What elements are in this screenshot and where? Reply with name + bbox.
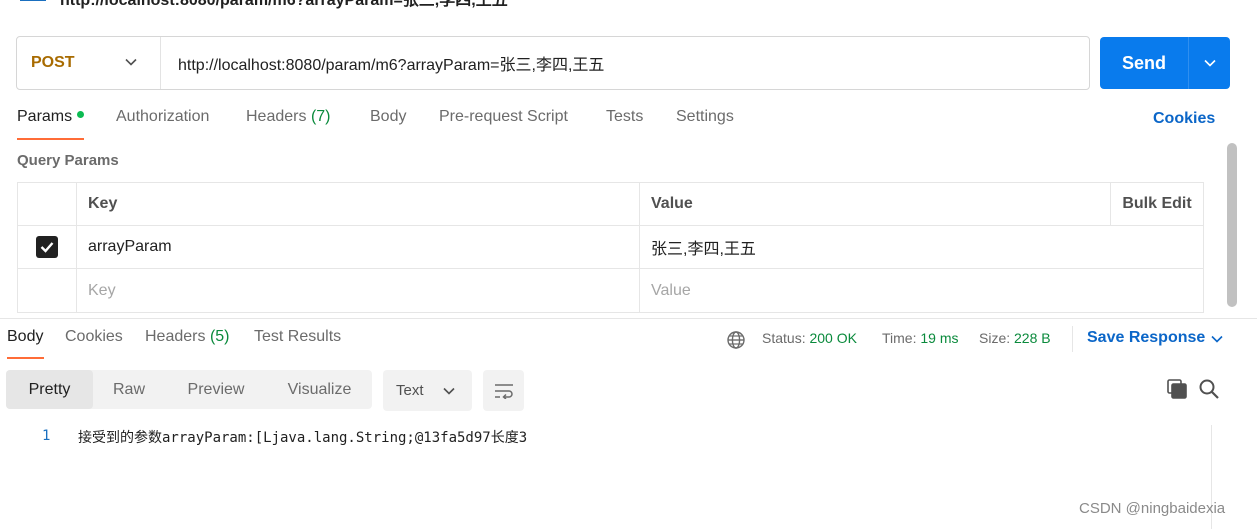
chevron-down-icon[interactable] <box>1211 335 1223 343</box>
query-params-table: Key Value Bulk Edit arrayParam 张三,李四,王五 … <box>17 182 1204 313</box>
size-indicator[interactable]: Size: 228 B <box>979 330 1051 346</box>
time-label: Time: <box>882 330 917 346</box>
table-row: Key Value <box>18 269 1203 312</box>
response-body-line: 1 接受到的参数arrayParam:[Ljava.lang.String;@1… <box>0 426 1210 448</box>
new-value-field[interactable]: Value <box>640 269 1203 312</box>
tab-body[interactable]: Body <box>370 108 406 142</box>
format-label: Text <box>396 382 424 399</box>
status-label: Status: <box>762 330 806 346</box>
time-indicator[interactable]: Time: 19 ms <box>882 330 959 346</box>
time-value: 19 ms <box>920 330 959 346</box>
chevron-down-icon <box>1203 59 1216 67</box>
table-row: arrayParam 张三,李四,王五 <box>18 226 1203 269</box>
send-button-group: Send <box>1100 37 1230 89</box>
view-mode-preview[interactable]: Preview <box>165 370 267 409</box>
param-enabled-checkbox[interactable] <box>36 236 58 258</box>
tab-test-results[interactable]: Test Results <box>254 328 341 362</box>
size-value: 228 B <box>1014 330 1051 346</box>
tab-label: Body <box>370 108 407 125</box>
chevron-down-icon <box>443 387 455 395</box>
check-icon <box>40 242 54 253</box>
tab-response-cookies[interactable]: Cookies <box>65 328 123 362</box>
search-icon[interactable] <box>1198 378 1220 400</box>
view-mode-raw[interactable]: Raw <box>93 370 165 409</box>
format-select[interactable]: Text <box>383 370 472 411</box>
line-number: 1 <box>42 428 51 444</box>
chevron-down-icon <box>125 58 137 66</box>
tab-label: Params <box>17 108 73 125</box>
param-value-field[interactable]: 张三,李四,王五 <box>640 226 1203 268</box>
status-indicator[interactable]: Status: 200 OK <box>762 330 857 346</box>
row-checkbox-cell <box>18 226 77 268</box>
back-arrow-icon[interactable] <box>18 0 48 2</box>
request-title: http://localhost:8080/param/m6?arrayPara… <box>60 0 508 9</box>
tab-authorization[interactable]: Authorization <box>116 108 209 142</box>
url-bar: POST <box>16 36 1090 90</box>
meta-divider <box>1072 326 1073 352</box>
copy-icon[interactable] <box>1166 378 1188 400</box>
tab-label: Tests <box>606 108 644 125</box>
url-input[interactable] <box>161 37 1089 89</box>
tab-response-body[interactable]: Body <box>7 328 44 362</box>
view-mode-visualize[interactable]: Visualize <box>267 370 372 409</box>
method-label: POST <box>31 54 75 71</box>
param-key-field[interactable]: arrayParam <box>77 226 640 268</box>
tab-tests[interactable]: Tests <box>606 108 643 142</box>
tab-label: Cookies <box>65 328 123 345</box>
wrap-lines-button[interactable] <box>483 370 524 411</box>
bulk-edit-button[interactable]: Bulk Edit <box>1111 183 1203 225</box>
globe-icon[interactable] <box>726 330 746 350</box>
tab-label: Body <box>7 328 44 345</box>
watermark: CSDN @ningbaidexia <box>1079 500 1226 517</box>
tab-headers[interactable]: Headers (7) <box>246 108 331 142</box>
tab-params[interactable]: Params <box>17 108 85 142</box>
cookies-link[interactable]: Cookies <box>1153 110 1215 128</box>
tab-label: Headers <box>145 328 206 345</box>
response-headers-count: (5) <box>209 328 230 345</box>
view-mode-switcher: Pretty Raw Preview Visualize <box>6 370 372 409</box>
tab-response-headers[interactable]: Headers (5) <box>145 328 230 362</box>
method-select[interactable]: POST <box>17 37 161 89</box>
send-button[interactable]: Send <box>1100 37 1188 89</box>
save-response-button[interactable]: Save Response <box>1087 329 1205 347</box>
vertical-scrollbar[interactable] <box>1227 143 1237 307</box>
empty-checkbox-cell <box>18 269 77 312</box>
size-label: Size: <box>979 330 1011 346</box>
view-mode-pretty[interactable]: Pretty <box>6 370 93 409</box>
checkbox-column-header <box>18 183 77 225</box>
active-tab-underline <box>17 138 84 140</box>
status-value: 200 OK <box>809 330 857 346</box>
table-header-row: Key Value Bulk Edit <box>18 183 1203 226</box>
query-params-title: Query Params <box>17 152 119 169</box>
key-column-header: Key <box>77 183 640 225</box>
tab-label: Pre-request Script <box>439 108 568 125</box>
wrap-lines-icon <box>494 383 513 399</box>
new-key-field[interactable]: Key <box>77 269 640 312</box>
active-tab-underline <box>7 357 44 359</box>
tab-label: Test Results <box>254 328 342 345</box>
tab-label: Headers <box>246 108 307 125</box>
value-column-header: Value <box>640 183 1111 225</box>
tab-settings[interactable]: Settings <box>676 108 734 142</box>
tab-pre-request-script[interactable]: Pre-request Script <box>439 108 568 142</box>
headers-count: (7) <box>310 108 331 125</box>
response-body-text[interactable]: 接受到的参数arrayParam:[Ljava.lang.String;@13f… <box>78 427 527 447</box>
request-title-bar: http://localhost:8080/param/m6?arrayPara… <box>0 0 1257 9</box>
tab-label: Settings <box>676 108 734 125</box>
send-options-button[interactable] <box>1189 37 1230 89</box>
pane-divider[interactable] <box>0 318 1257 319</box>
tab-label: Authorization <box>116 108 210 125</box>
params-active-dot <box>77 111 85 119</box>
